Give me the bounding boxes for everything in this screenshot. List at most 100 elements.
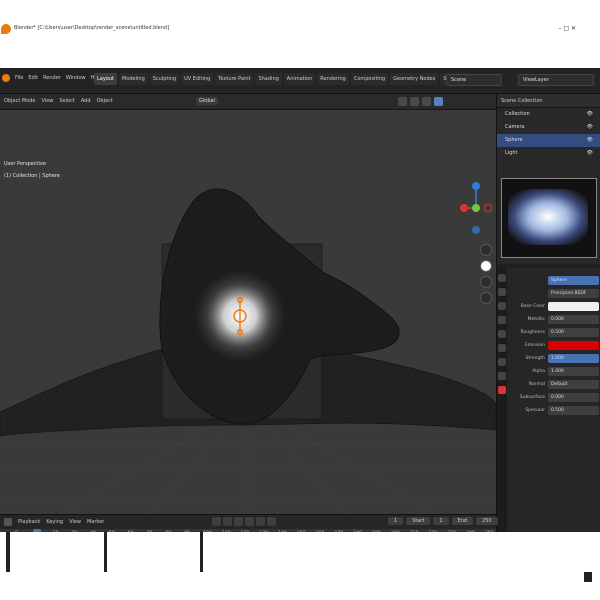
end-frame-field[interactable]: 250 <box>476 517 498 525</box>
property-field[interactable]: Default <box>548 380 599 389</box>
outliner-row-label: Camera <box>505 124 525 130</box>
material-settings: Sphere Principled BSDF Base Color Metallic 0… <box>509 272 599 419</box>
z-axis-icon[interactable] <box>472 182 480 190</box>
navigation-gizmo[interactable] <box>458 178 494 238</box>
active-object-label: (1) Collection | Sphere <box>4 173 60 179</box>
material-tab-icon[interactable] <box>498 386 506 394</box>
menu-file[interactable]: File <box>15 75 23 81</box>
grid-icon[interactable] <box>480 292 492 304</box>
pan-hand-icon[interactable] <box>480 260 492 272</box>
property-field[interactable] <box>548 302 599 311</box>
mesh-wireframe <box>0 188 496 514</box>
view-layer-selector[interactable]: ViewLayer <box>518 74 594 86</box>
window-controls[interactable]: – □ ✕ <box>558 25 576 32</box>
tab-uv-editing[interactable]: UV Editing <box>181 73 214 85</box>
x-axis-icon[interactable] <box>460 204 468 212</box>
viewport-menus: Object Mode View Select Add Object <box>4 98 113 104</box>
solid-shading-icon[interactable] <box>410 97 419 106</box>
outliner-row-collection[interactable]: Collection 👁 <box>497 108 600 121</box>
property-field[interactable]: 0.000 <box>548 393 599 402</box>
tab-shading[interactable]: Shading <box>255 73 282 85</box>
visibility-eye-icon[interactable]: 👁 <box>587 150 593 157</box>
tab-texture-paint[interactable]: Texture Paint <box>215 73 254 85</box>
wireframe-shading-icon[interactable] <box>398 97 407 106</box>
camera-view-icon[interactable] <box>480 276 492 288</box>
tool-tab-icon[interactable] <box>498 274 506 282</box>
visibility-eye-icon[interactable]: 👁 <box>587 124 593 131</box>
menu-marker[interactable]: Marker <box>87 519 104 525</box>
start-frame-field[interactable]: 1 <box>433 517 449 525</box>
object-tab-icon[interactable] <box>498 344 506 352</box>
property-field[interactable] <box>548 341 599 350</box>
world-tab-icon[interactable] <box>498 330 506 338</box>
blender-app: File Edit Render Window Help LayoutModel… <box>0 68 600 600</box>
start-frame-label: Start <box>406 517 431 525</box>
property-field[interactable]: 1.000 <box>548 367 599 376</box>
material-preview <box>501 178 597 258</box>
tab-layout[interactable]: Layout <box>94 73 117 85</box>
tab-compositing[interactable]: Compositing <box>350 73 389 85</box>
3d-viewport[interactable]: Object Mode View Select Add Object Globa… <box>0 94 496 514</box>
property-field[interactable]: Sphere <box>548 276 599 285</box>
menu-object[interactable]: Object <box>97 98 113 104</box>
prev-key-icon[interactable] <box>223 517 232 526</box>
menu-add[interactable]: Add <box>81 98 91 104</box>
scene-selector[interactable]: Scene <box>446 74 502 86</box>
blender-menu-icon[interactable] <box>2 74 10 82</box>
outliner-row-light[interactable]: Light 👁 <box>497 147 600 160</box>
blender-logo-icon <box>1 24 11 34</box>
jump-start-icon[interactable] <box>212 517 221 526</box>
property-label: Specular <box>525 408 545 413</box>
jump-end-icon[interactable] <box>267 517 276 526</box>
render-tab-icon[interactable] <box>498 288 506 296</box>
property-row: Metallic 0.000 <box>509 315 599 324</box>
menu-timeline-view[interactable]: View <box>69 519 81 525</box>
outliner-header: Scene Collection <box>497 94 600 108</box>
timeline-header: Playback Keying View Marker 1 Start 1 En… <box>0 515 498 529</box>
outliner-row-camera[interactable]: Camera 👁 <box>497 121 600 134</box>
play-reverse-icon[interactable] <box>234 517 243 526</box>
play-icon[interactable] <box>245 517 254 526</box>
zoom-icon[interactable] <box>480 244 492 256</box>
tab-animation[interactable]: Animation <box>283 73 316 85</box>
physics-tab-icon[interactable] <box>498 372 506 380</box>
tab-rendering[interactable]: Rendering <box>317 73 349 85</box>
menu-window[interactable]: Window <box>66 75 86 81</box>
tab-sculpting[interactable]: Sculpting <box>149 73 180 85</box>
visibility-eye-icon[interactable]: 👁 <box>587 111 593 118</box>
next-key-icon[interactable] <box>256 517 265 526</box>
playback-controls <box>212 517 276 526</box>
outliner-rows: Collection 👁 Camera 👁 Sphere 👁 Light 👁 <box>497 108 600 160</box>
outliner-row-sphere[interactable]: Sphere 👁 <box>497 134 600 147</box>
rendered-shading-icon[interactable] <box>434 97 443 106</box>
timeline-editor-icon[interactable] <box>4 518 12 526</box>
output-tab-icon[interactable] <box>498 302 506 310</box>
property-label: Strength <box>525 356 545 361</box>
visibility-eye-icon[interactable]: 👁 <box>587 137 593 144</box>
menu-view[interactable]: View <box>42 98 54 104</box>
mode-selector[interactable]: Object Mode <box>4 98 36 104</box>
material-shading-icon[interactable] <box>422 97 431 106</box>
scene-tab-icon[interactable] <box>498 316 506 324</box>
property-field[interactable]: 0.500 <box>548 406 599 415</box>
menu-keying[interactable]: Keying <box>46 519 63 525</box>
shading-buttons <box>398 97 443 106</box>
menu-select[interactable]: Select <box>59 98 74 104</box>
taskbar-mark <box>6 532 10 572</box>
tab-modeling[interactable]: Modeling <box>119 73 148 85</box>
menu-edit[interactable]: Edit <box>28 75 38 81</box>
property-row: Base Color <box>509 302 599 311</box>
y-axis-icon[interactable] <box>472 204 480 212</box>
property-field[interactable]: 1.000 <box>548 354 599 363</box>
property-field[interactable]: 0.000 <box>548 315 599 324</box>
view-perspective-label: User Perspective <box>4 161 46 167</box>
modifier-tab-icon[interactable] <box>498 358 506 366</box>
property-field[interactable]: 0.500 <box>548 328 599 337</box>
menu-render[interactable]: Render <box>43 75 61 81</box>
transform-orientation[interactable]: Global <box>196 97 218 105</box>
window-title: Blender* [C:\Users\user\Desktop\render_s… <box>14 25 170 31</box>
tab-geometry-nodes[interactable]: Geometry Nodes <box>390 73 439 85</box>
current-frame-field[interactable]: 1 <box>388 517 404 525</box>
menu-playback[interactable]: Playback <box>18 519 40 525</box>
property-field[interactable]: Principled BSDF <box>548 289 599 298</box>
